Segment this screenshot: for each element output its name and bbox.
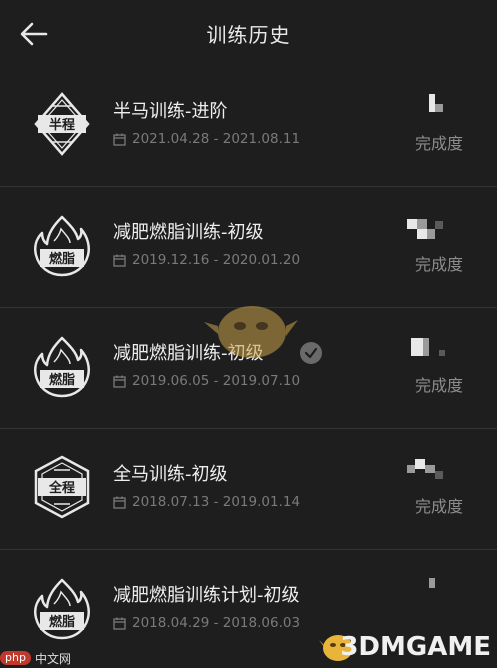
app-header: 训练历史 xyxy=(0,0,497,66)
plan-dates: 2018.04.29 - 2018.06.03 xyxy=(113,614,300,632)
plan-dates: 2019.06.05 - 2019.07.10 xyxy=(113,372,300,390)
svg-text:全程: 全程 xyxy=(48,480,75,496)
plan-title: 半马训练-进阶 xyxy=(113,101,228,122)
calendar-icon xyxy=(113,375,126,388)
svg-text:燃脂: 燃脂 xyxy=(49,251,75,267)
fat-burn-badge-icon: 燃脂 xyxy=(32,334,92,398)
progress-value-pixelated xyxy=(403,94,463,126)
svg-text:半程: 半程 xyxy=(49,117,75,133)
half-marathon-badge-icon: 半程 xyxy=(32,92,92,156)
calendar-icon xyxy=(113,254,126,267)
page-title: 训练历史 xyxy=(206,23,291,47)
3dmgame-watermark: 3DMGAME xyxy=(340,632,491,662)
progress-value-pixelated xyxy=(403,336,463,368)
mascot-watermark-icon xyxy=(200,296,300,366)
calendar-icon xyxy=(113,133,126,146)
progress-value-pixelated xyxy=(403,215,463,247)
progress-block: 完成度 xyxy=(403,94,463,154)
php-logo: php xyxy=(0,651,31,665)
svg-text:燃脂: 燃脂 xyxy=(49,614,75,630)
progress-block: 完成度 xyxy=(403,336,463,396)
progress-value-pixelated xyxy=(403,457,463,489)
progress-block: 完成度 xyxy=(403,457,463,517)
list-item[interactable]: 燃脂 减肥燃脂训练-初级 2019.12.16 - 2020.01.20 完成度 xyxy=(0,187,497,308)
list-item[interactable]: 半程 半马训练-进阶 2021.04.28 - 2021.08.11 完成度 xyxy=(0,66,497,187)
progress-block xyxy=(403,578,463,610)
plan-title: 减肥燃脂训练计划-初级 xyxy=(113,585,300,606)
svg-text:燃脂: 燃脂 xyxy=(49,372,75,388)
list-item[interactable]: 全程 全马训练-初级 2018.07.13 - 2019.01.14 完成度 xyxy=(0,429,497,550)
fat-burn-badge-icon: 燃脂 xyxy=(32,213,92,277)
plan-title: 全马训练-初级 xyxy=(113,464,228,485)
calendar-icon xyxy=(113,496,126,509)
progress-value-pixelated xyxy=(403,578,463,610)
php-watermark-text: 中文网 xyxy=(34,651,71,666)
full-marathon-badge-icon: 全程 xyxy=(32,455,92,519)
progress-block: 完成度 xyxy=(403,215,463,275)
plan-dates: 2018.07.13 - 2019.01.14 xyxy=(113,493,300,511)
plan-dates: 2021.04.28 - 2021.08.11 xyxy=(113,130,300,148)
fat-burn-badge-icon: 燃脂 xyxy=(32,576,92,640)
plan-title: 减肥燃脂训练-初级 xyxy=(113,222,264,243)
calendar-icon xyxy=(113,617,126,630)
plan-dates: 2019.12.16 - 2020.01.20 xyxy=(113,251,300,269)
training-history-list: 半程 半马训练-进阶 2021.04.28 - 2021.08.11 完成度 燃… xyxy=(0,66,497,668)
php-watermark: php 中文网 xyxy=(0,648,71,668)
check-circle-icon xyxy=(300,342,322,364)
